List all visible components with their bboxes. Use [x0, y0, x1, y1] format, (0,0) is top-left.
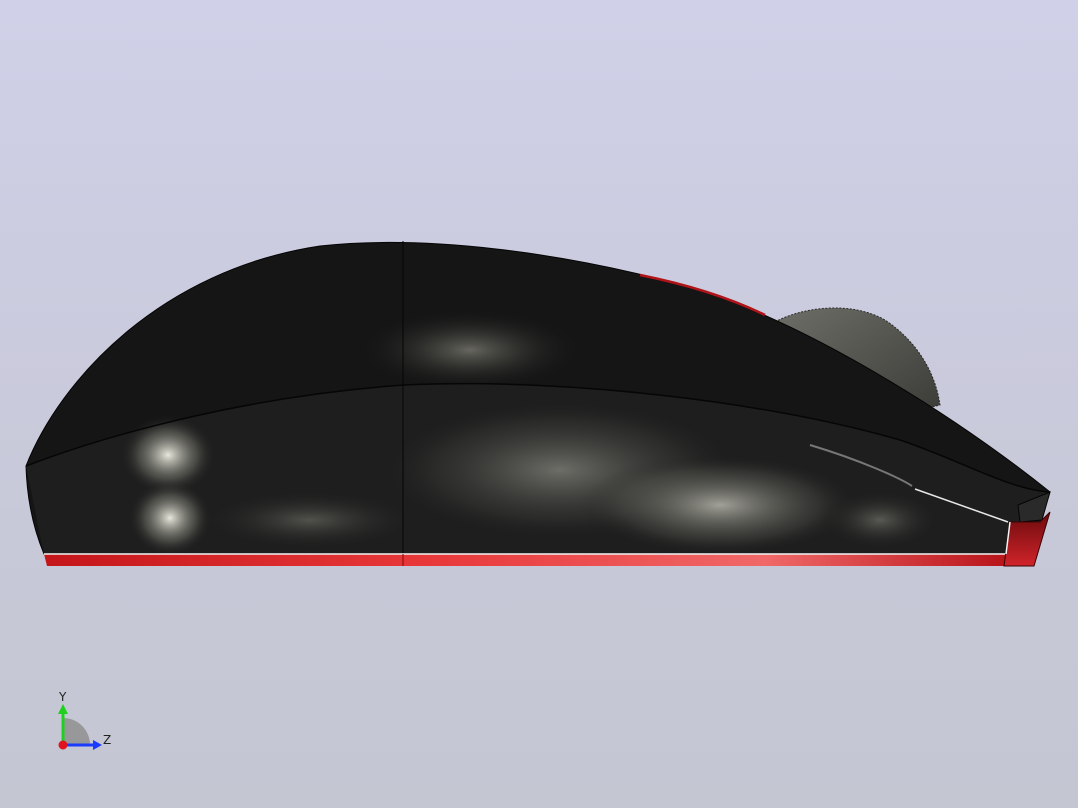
x-axis-icon: [58, 740, 68, 750]
3d-viewport[interactable]: Y Z: [0, 0, 1078, 808]
coordinate-triad: Y Z: [58, 690, 111, 750]
model-canvas[interactable]: Y Z: [0, 0, 1078, 808]
y-axis-label: Y: [58, 690, 67, 704]
z-axis-label: Z: [103, 733, 111, 747]
mouse-body: [25, 241, 1051, 566]
